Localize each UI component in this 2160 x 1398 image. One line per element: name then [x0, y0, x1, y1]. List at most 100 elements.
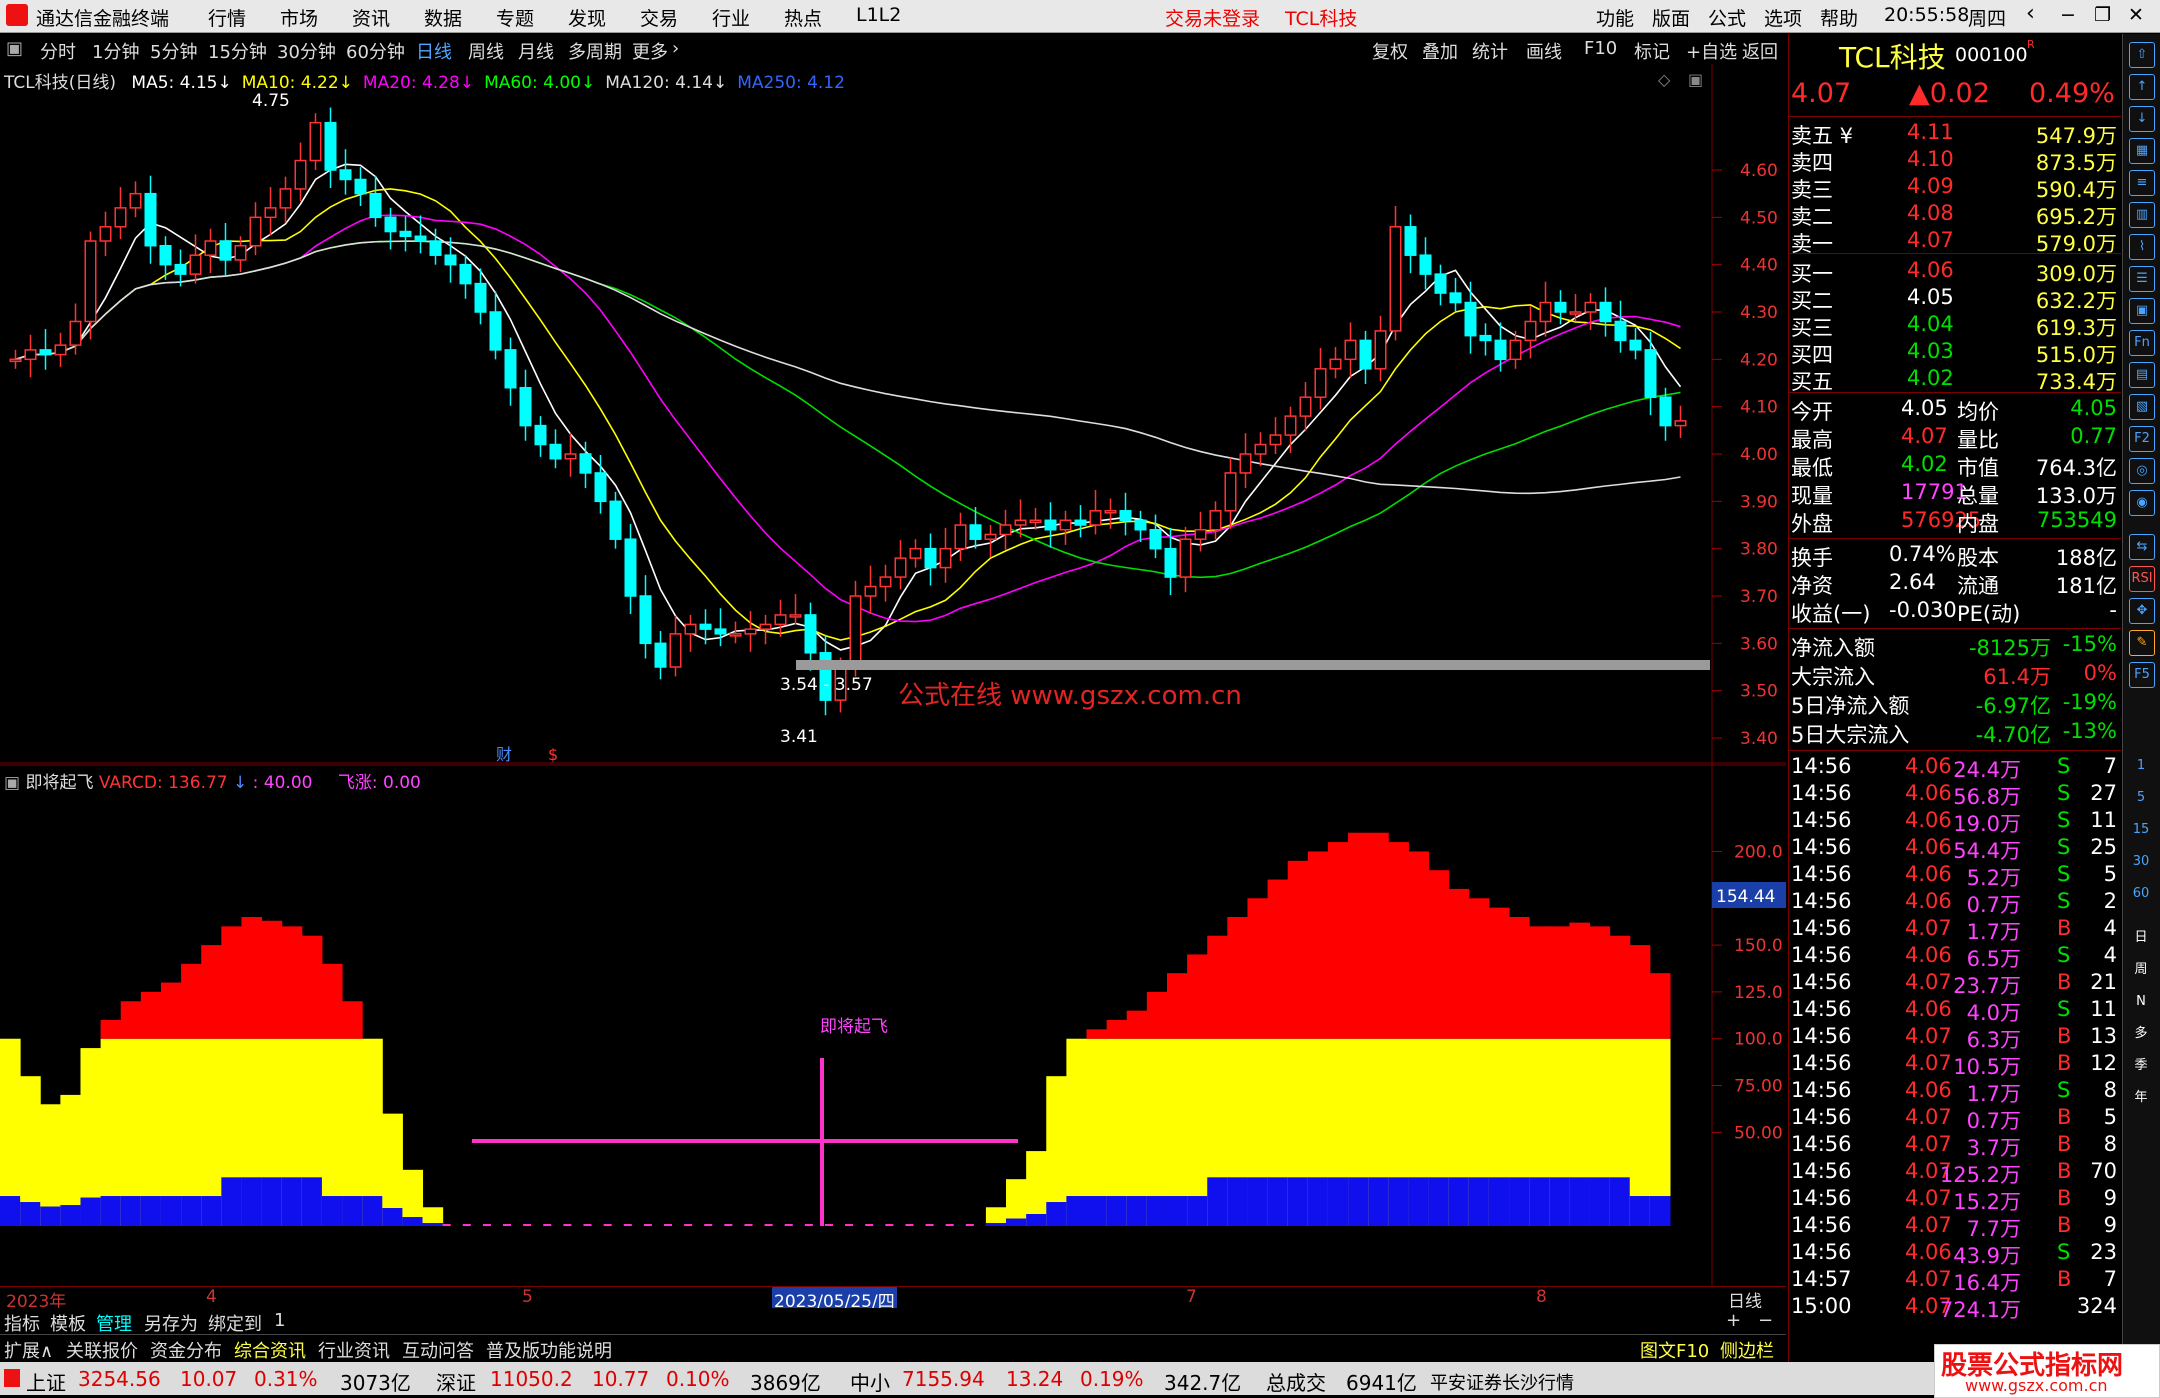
menu-item-quote[interactable]: 行情 — [208, 4, 246, 31]
period-shortcut-30[interactable]: 30 — [2129, 850, 2153, 874]
tick-row: 14:56 4.06 0.7万 S 2 — [1789, 889, 2121, 917]
tool-icon-3[interactable]: ↓ — [2129, 106, 2155, 132]
pen-icon[interactable]: ✎ — [2129, 630, 2155, 656]
tool-icon-5[interactable]: ≡ — [2129, 170, 2155, 196]
finance-badge[interactable]: 财 — [496, 745, 512, 764]
trade-login-status[interactable]: 交易未登录 — [1165, 4, 1260, 31]
overlay-button[interactable]: 叠加 — [1422, 38, 1458, 64]
period-tab-monthly[interactable]: 月线 — [518, 38, 554, 64]
period-tab-more[interactable]: 更多 — [632, 38, 668, 64]
panel-toggle-icon[interactable]: ▣ — [6, 38, 23, 59]
panel-close-icon[interactable]: ▣ — [1688, 70, 1703, 89]
add-favorite-button[interactable]: +自选 — [1686, 38, 1737, 64]
menu-item-topic[interactable]: 专题 — [496, 4, 534, 31]
period-shortcut-season[interactable]: 季 — [2129, 1054, 2153, 1078]
zoom-out-icon[interactable]: − — [1758, 1310, 1773, 1331]
tool-icon-14[interactable]: ◎ — [2129, 458, 2155, 484]
period-tab-5min[interactable]: 5分钟 — [150, 38, 197, 64]
tab-expand[interactable]: 扩展∧ — [4, 1337, 53, 1363]
tool-icon-4[interactable]: ▦ — [2129, 138, 2155, 164]
sz-index-name[interactable]: 深证 — [436, 1367, 476, 1396]
period-shortcut-5[interactable]: 5 — [2129, 786, 2153, 810]
zoom-in-icon[interactable]: + — [1726, 1310, 1741, 1331]
period-tab-multi[interactable]: 多周期 — [568, 38, 622, 64]
tab-indicator[interactable]: 指标 — [4, 1310, 40, 1336]
restore-rights-button[interactable]: 复权 — [1372, 38, 1408, 64]
menu-item-industry[interactable]: 行业 — [712, 4, 750, 31]
period-tab-1min[interactable]: 1分钟 — [92, 38, 139, 64]
period-shortcut-15[interactable]: 15 — [2129, 818, 2153, 842]
tab-related-quote[interactable]: 关联报价 — [66, 1337, 138, 1363]
tool-icon-18[interactable]: ✥ — [2129, 598, 2155, 624]
indicator-bar — [301, 1177, 323, 1226]
mark-button[interactable]: 标记 — [1634, 38, 1670, 64]
tool-icon-6[interactable]: ▥ — [2129, 202, 2155, 228]
tool-icon-8[interactable]: ☰ — [2129, 266, 2155, 292]
period-shortcut-60[interactable]: 60 — [2129, 882, 2153, 906]
period-tab-30min[interactable]: 30分钟 — [277, 38, 336, 64]
close-icon[interactable]: ✕ — [2128, 4, 2144, 26]
menu-item-discover[interactable]: 发现 — [568, 4, 606, 31]
period-shortcut-1[interactable]: 1 — [2129, 754, 2153, 778]
tool-icon-7[interactable]: ⌇ — [2129, 234, 2155, 260]
zx-index-name[interactable]: 中小 — [850, 1367, 890, 1396]
candlestick-chart[interactable]: 4.60 4.50 4.40 4.30 4.20 4.10 4.00 3.90 3.80 3.70… — [0, 64, 1786, 764]
minimize-icon[interactable]: − — [2060, 4, 2076, 26]
tab-bind-to[interactable]: 绑定到 — [208, 1310, 262, 1336]
stats-button[interactable]: 统计 — [1472, 38, 1508, 64]
tool-icon-12[interactable]: ▧ — [2129, 394, 2155, 420]
tab-qa[interactable]: 互动问答 — [402, 1337, 474, 1363]
tool-icon-2[interactable]: ↑ — [2129, 74, 2155, 100]
tool-icon-11[interactable]: ▤ — [2129, 362, 2155, 388]
menu-item-function[interactable]: 功能 — [1596, 4, 1634, 31]
draw-line-button[interactable]: 画线 — [1526, 38, 1562, 64]
f10-button[interactable]: F10 — [1584, 38, 1617, 59]
tool-icon-10[interactable]: Fn — [2129, 330, 2155, 356]
rsi-icon[interactable]: RSI — [2129, 566, 2155, 592]
menu-item-market[interactable]: 市场 — [280, 4, 318, 31]
period-shortcut-multi[interactable]: 多 — [2129, 1022, 2153, 1046]
tab-number[interactable]: 1 — [274, 1310, 285, 1331]
menu-item-help[interactable]: 帮助 — [1820, 4, 1858, 31]
tab-manage[interactable]: 管理 — [96, 1310, 132, 1336]
menu-item-formula[interactable]: 公式 — [1708, 4, 1746, 31]
tab-graphic-f10[interactable]: 图文F10 — [1640, 1337, 1709, 1363]
tool-icon-13[interactable]: F2 — [2129, 426, 2155, 452]
period-tab-60min[interactable]: 60分钟 — [346, 38, 405, 64]
menu-item-layout[interactable]: 版面 — [1652, 4, 1690, 31]
period-tab-15min[interactable]: 15分钟 — [208, 38, 267, 64]
back-arrow-icon[interactable]: ‹ — [2026, 1, 2035, 26]
menu-item-data[interactable]: 数据 — [424, 4, 462, 31]
restore-icon[interactable]: ❐ — [2094, 4, 2111, 26]
period-tab-fenshi[interactable]: 分时 — [40, 38, 76, 64]
indicator-toggle-icon[interactable]: ▣ — [4, 773, 20, 793]
tab-industry-news[interactable]: 行业资讯 — [318, 1337, 390, 1363]
diamond-icon[interactable]: ◇ — [1658, 70, 1670, 89]
indicator-chart[interactable]: 200.0175.0150.0125.0100.075.0050.00 即将起飞… — [0, 764, 1786, 1286]
menu-item-trade[interactable]: 交易 — [640, 4, 678, 31]
menu-item-options[interactable]: 选项 — [1764, 4, 1802, 31]
dividend-badge[interactable]: $ — [548, 745, 558, 764]
menu-item-hot[interactable]: 热点 — [784, 4, 822, 31]
tool-icon-15[interactable]: ◉ — [2129, 490, 2155, 516]
tool-icon-16[interactable]: ⇆ — [2129, 534, 2155, 560]
tool-icon-20[interactable]: F5 — [2129, 662, 2155, 688]
period-shortcut-day[interactable]: 日 — [2129, 926, 2153, 950]
tab-popular-guide[interactable]: 普及版功能说明 — [486, 1337, 612, 1363]
period-tab-daily[interactable]: 日线 — [416, 38, 452, 64]
period-shortcut-year[interactable]: 年 — [2129, 1086, 2153, 1110]
menu-item-news[interactable]: 资讯 — [352, 4, 390, 31]
tool-icon-9[interactable]: ▣ — [2129, 298, 2155, 324]
tab-fund-distribution[interactable]: 资金分布 — [150, 1337, 222, 1363]
tool-icon-1[interactable]: ⇧ — [2129, 42, 2155, 68]
period-shortcut-n[interactable]: N — [2129, 990, 2153, 1014]
more-chevron-icon[interactable]: › — [672, 38, 679, 59]
period-shortcut-week[interactable]: 周 — [2129, 958, 2153, 982]
sh-index-name[interactable]: 上证 — [26, 1367, 66, 1396]
tab-template[interactable]: 模板 — [50, 1310, 86, 1336]
tab-save-as[interactable]: 另存为 — [144, 1310, 198, 1336]
tab-general-news[interactable]: 综合资讯 — [234, 1337, 306, 1363]
period-tab-weekly[interactable]: 周线 — [468, 38, 504, 64]
menu-item-l1l2[interactable]: L1L2 — [856, 4, 901, 26]
return-button[interactable]: 返回 — [1742, 38, 1778, 64]
